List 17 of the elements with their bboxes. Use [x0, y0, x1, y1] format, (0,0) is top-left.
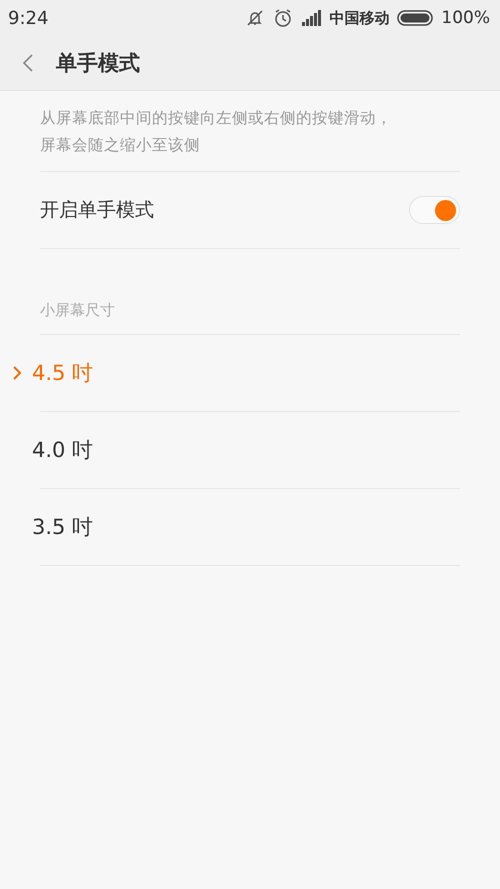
status-time: 9:24	[8, 8, 50, 28]
size-option[interactable]: 4.0 吋	[13, 435, 94, 465]
toggle-switch[interactable]	[409, 196, 460, 224]
carrier-name: 中国移动	[329, 8, 390, 28]
alarm-clock-icon	[273, 8, 294, 28]
battery-percent: 100%	[441, 8, 490, 28]
battery-icon	[397, 10, 434, 26]
page-title: 单手模式	[56, 50, 140, 77]
toggle-label: 开启单手模式	[40, 198, 155, 223]
selected-chevron-icon	[13, 366, 21, 380]
back-button[interactable]	[22, 53, 34, 73]
back-chevron-icon	[22, 53, 34, 73]
signal-icon	[301, 10, 322, 26]
description-text: 从屏幕底部中间的按键向左侧或右侧的按键滑动，屏幕会随之缩小至该侧	[40, 91, 460, 172]
size-option[interactable]: 3.5 吋	[13, 512, 94, 542]
muted-bell-icon	[245, 9, 266, 27]
section-title: 小屏幕尺寸	[40, 301, 115, 320]
